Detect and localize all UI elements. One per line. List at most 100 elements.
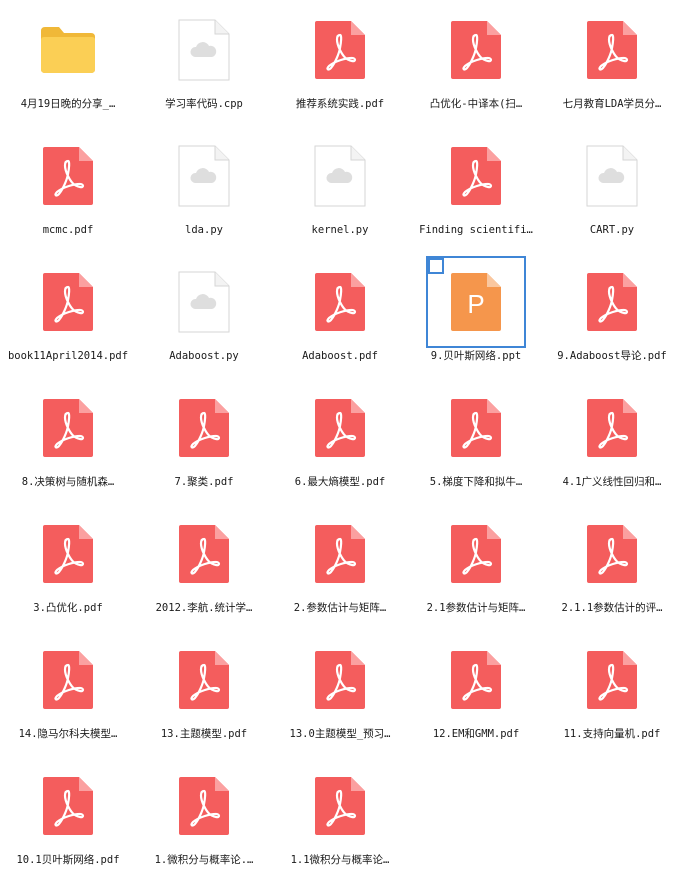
- file-icon-area[interactable]: [290, 760, 390, 852]
- file-name: 4月19日晚的分享_…: [20, 98, 116, 110]
- file-name: 9.贝叶斯网络.ppt: [430, 350, 522, 362]
- file-icon-area[interactable]: [154, 130, 254, 222]
- file-icon-area[interactable]: [154, 634, 254, 726]
- file-name: 14.隐马尔科夫模型…: [18, 728, 118, 740]
- file-name: 1.微积分与概率论.…: [154, 854, 254, 866]
- file-item[interactable]: 11.支持向量机.pdf: [544, 630, 680, 756]
- file-icon-area[interactable]: [154, 760, 254, 852]
- file-icon-area[interactable]: [562, 508, 662, 600]
- file-item[interactable]: 9.Adaboost导论.pdf: [544, 252, 680, 378]
- file-item[interactable]: 12.EM和GMM.pdf: [408, 630, 544, 756]
- file-item[interactable]: 6.最大熵模型.pdf: [272, 378, 408, 504]
- file-name: 11.支持向量机.pdf: [563, 728, 661, 740]
- file-icon-area[interactable]: [154, 382, 254, 474]
- svg-text:P: P: [467, 289, 484, 319]
- file-item[interactable]: 2.1参数估计与矩阵…: [408, 504, 544, 630]
- file-icon-area[interactable]: [18, 760, 118, 852]
- file-icon-area[interactable]: [562, 130, 662, 222]
- file-item[interactable]: CART.py: [544, 126, 680, 252]
- file-icon-area[interactable]: P: [426, 256, 526, 348]
- folder-item[interactable]: 4月19日晚的分享_…: [0, 0, 136, 126]
- file-item[interactable]: 学习率代码.cpp: [136, 0, 272, 126]
- file-item[interactable]: Adaboost.pdf: [272, 252, 408, 378]
- file-icon-area[interactable]: [18, 508, 118, 600]
- file-icon-area[interactable]: [290, 130, 390, 222]
- file-name: mcmc.pdf: [42, 224, 94, 236]
- file-icon-area[interactable]: [562, 4, 662, 96]
- file-icon-area[interactable]: [290, 256, 390, 348]
- file-item[interactable]: 1.微积分与概率论.…: [136, 756, 272, 882]
- file-icon-area[interactable]: [18, 634, 118, 726]
- file-icon-area[interactable]: [426, 4, 526, 96]
- file-name: book11April2014.pdf: [7, 350, 129, 362]
- file-name: 2012.李航.统计学…: [155, 602, 253, 614]
- file-icon-area[interactable]: [154, 256, 254, 348]
- file-icon-area[interactable]: [562, 634, 662, 726]
- file-name: 2.1.1参数估计的评…: [561, 602, 663, 614]
- file-name: CART.py: [589, 224, 635, 236]
- file-icon-area[interactable]: [426, 634, 526, 726]
- file-item[interactable]: 7.聚类.pdf: [136, 378, 272, 504]
- file-item[interactable]: 2.参数估计与矩阵…: [272, 504, 408, 630]
- file-item[interactable]: mcmc.pdf: [0, 126, 136, 252]
- file-name: 2.1参数估计与矩阵…: [426, 602, 526, 614]
- file-icon-area[interactable]: [18, 130, 118, 222]
- file-icon-area[interactable]: [562, 256, 662, 348]
- file-icon-area[interactable]: [18, 256, 118, 348]
- file-icon-area[interactable]: [290, 382, 390, 474]
- file-name: kernel.py: [311, 224, 369, 236]
- file-name: Finding scientifi…: [419, 224, 533, 236]
- file-icon-area[interactable]: [18, 382, 118, 474]
- file-name: 6.最大熵模型.pdf: [294, 476, 386, 488]
- file-item[interactable]: 10.1贝叶斯网络.pdf: [0, 756, 136, 882]
- file-name: 13.主题模型.pdf: [160, 728, 248, 740]
- file-icon-area[interactable]: [290, 4, 390, 96]
- file-item[interactable]: 2012.李航.统计学…: [136, 504, 272, 630]
- file-name: 12.EM和GMM.pdf: [432, 728, 520, 740]
- file-name: 1.1微积分与概率论…: [290, 854, 390, 866]
- file-name: 七月教育LDA学员分…: [562, 98, 662, 110]
- file-item[interactable]: 8.决策树与随机森…: [0, 378, 136, 504]
- file-item[interactable]: 1.1微积分与概率论…: [272, 756, 408, 882]
- file-grid: 4月19日晚的分享_… 学习率代码.cpp 推荐系统实践.pdf 凸优化-中译本(扫……: [0, 0, 682, 868]
- file-icon-area[interactable]: [426, 508, 526, 600]
- file-icon-area[interactable]: [18, 4, 118, 96]
- file-item[interactable]: 2.1.1参数估计的评…: [544, 504, 680, 630]
- file-item[interactable]: 13.0主题模型_预习…: [272, 630, 408, 756]
- file-item[interactable]: Finding scientifi…: [408, 126, 544, 252]
- file-item[interactable]: 3.凸优化.pdf: [0, 504, 136, 630]
- file-icon-area[interactable]: [290, 634, 390, 726]
- file-name: 10.1贝叶斯网络.pdf: [16, 854, 120, 866]
- file-item[interactable]: 推荐系统实践.pdf: [272, 0, 408, 126]
- file-item[interactable]: 13.主题模型.pdf: [136, 630, 272, 756]
- file-name: 凸优化-中译本(扫…: [429, 98, 523, 110]
- file-item[interactable]: 5.梯度下降和拟牛…: [408, 378, 544, 504]
- file-icon-area[interactable]: [290, 508, 390, 600]
- file-name: Adaboost.pdf: [302, 350, 378, 362]
- file-name: 8.决策树与随机森…: [21, 476, 115, 488]
- file-item[interactable]: book11April2014.pdf: [0, 252, 136, 378]
- file-icon-area[interactable]: [426, 382, 526, 474]
- file-item[interactable]: 凸优化-中译本(扫…: [408, 0, 544, 126]
- select-checkbox[interactable]: [428, 258, 444, 274]
- file-name: lda.py: [185, 224, 223, 236]
- file-name: 5.梯度下降和拟牛…: [429, 476, 523, 488]
- file-item[interactable]: lda.py: [136, 126, 272, 252]
- file-name: 13.0主题模型_预习…: [289, 728, 391, 740]
- file-item[interactable]: 七月教育LDA学员分…: [544, 0, 680, 126]
- file-item[interactable]: P 9.贝叶斯网络.ppt: [408, 252, 544, 378]
- file-name: 7.聚类.pdf: [174, 476, 234, 488]
- file-icon-area[interactable]: [426, 130, 526, 222]
- file-icon-area[interactable]: [562, 382, 662, 474]
- file-item[interactable]: kernel.py: [272, 126, 408, 252]
- file-name: 9.Adaboost导论.pdf: [557, 350, 667, 362]
- file-item[interactable]: 14.隐马尔科夫模型…: [0, 630, 136, 756]
- file-name: 学习率代码.cpp: [165, 98, 243, 110]
- file-name: Adaboost.py: [169, 350, 239, 362]
- file-name: 3.凸优化.pdf: [33, 602, 103, 614]
- file-name: 4.1广义线性回归和…: [562, 476, 662, 488]
- file-icon-area[interactable]: [154, 4, 254, 96]
- file-icon-area[interactable]: [154, 508, 254, 600]
- file-item[interactable]: 4.1广义线性回归和…: [544, 378, 680, 504]
- file-item[interactable]: Adaboost.py: [136, 252, 272, 378]
